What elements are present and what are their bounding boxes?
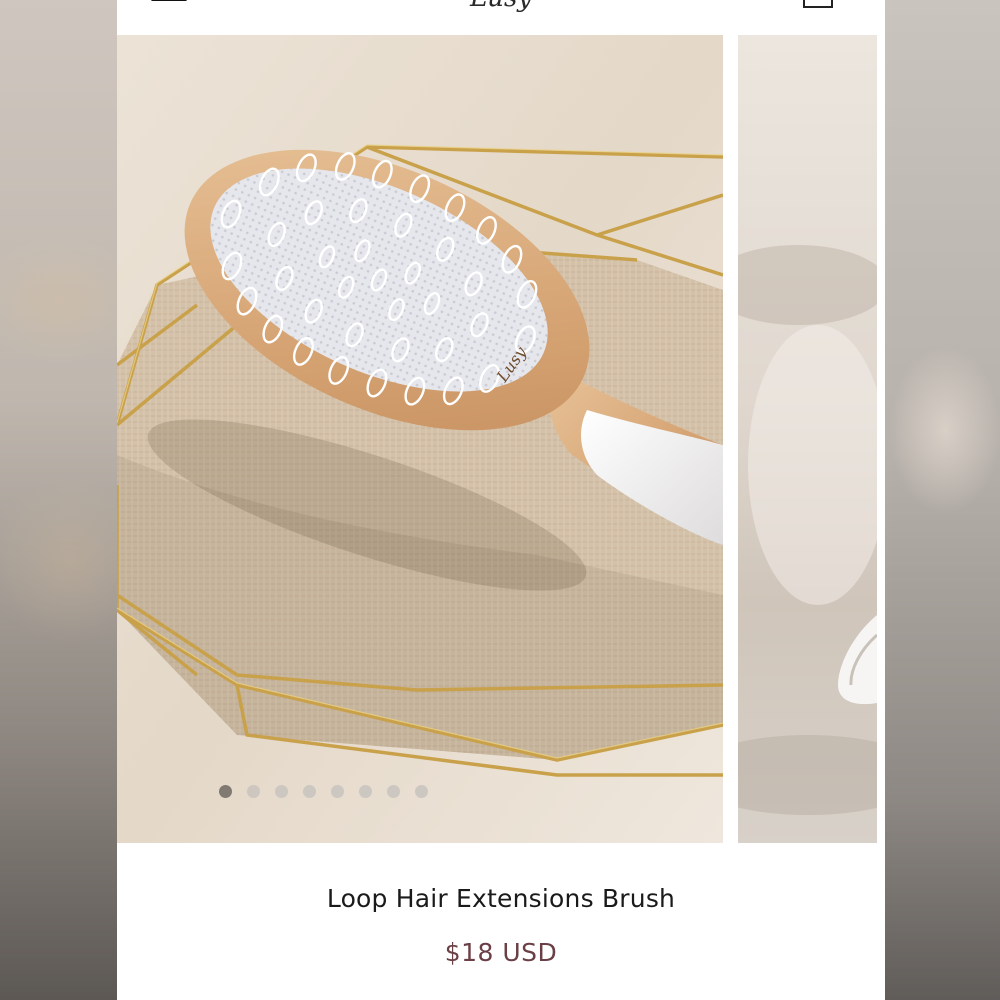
- product-photo-brush: Lusy: [117, 35, 723, 843]
- carousel-pagination: [219, 785, 428, 798]
- brand-logo-text: Lusy: [469, 0, 532, 13]
- carousel-dot[interactable]: [387, 785, 400, 798]
- product-page: Lusy Loop Hair Extensions Brush $18 USD: [117, 0, 885, 1000]
- product-photo-next: [738, 35, 877, 843]
- product-price: $18 USD: [444, 938, 558, 967]
- site-header: Lusy: [117, 0, 885, 34]
- backdrop-left: [0, 0, 117, 1000]
- shopping-bag-icon[interactable]: [803, 0, 833, 8]
- brand-logo[interactable]: Lusy: [421, 0, 581, 16]
- app-screen: Lusy Loop Hair Extensions Brush $18 USD: [0, 0, 1000, 1000]
- carousel-slide-next-peek[interactable]: [738, 35, 877, 843]
- backdrop-right: [885, 0, 1000, 1000]
- carousel-dot[interactable]: [275, 785, 288, 798]
- product-image-carousel[interactable]: Lusy: [117, 35, 885, 843]
- brand-logo-mark: Lusy: [469, 0, 532, 13]
- product-title: Loop Hair Extensions Brush: [326, 884, 676, 913]
- carousel-dot[interactable]: [415, 785, 428, 798]
- carousel-dot[interactable]: [247, 785, 260, 798]
- carousel-dot[interactable]: [219, 785, 232, 798]
- hamburger-menu-icon[interactable]: [151, 0, 187, 6]
- carousel-slide-active[interactable]: Lusy: [117, 35, 723, 843]
- carousel-dot[interactable]: [359, 785, 372, 798]
- carousel-dot[interactable]: [303, 785, 316, 798]
- carousel-dot[interactable]: [331, 785, 344, 798]
